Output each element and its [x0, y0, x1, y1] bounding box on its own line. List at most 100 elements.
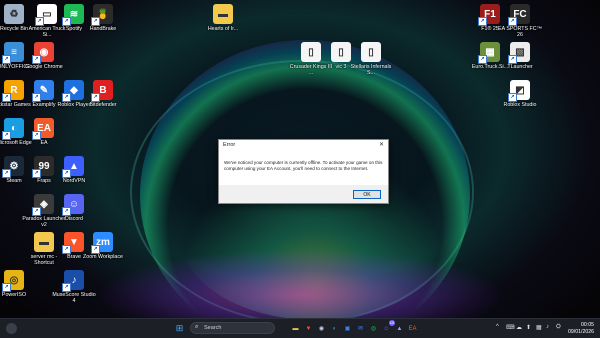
error-dialog: Error ✕ We've noticed your computer is c…	[218, 139, 389, 204]
shortcut-arrow-icon: ↗	[62, 283, 71, 292]
desktop-icon-label: MuseScore Studio 4	[52, 292, 96, 305]
discord-icon: ☺ ↗	[62, 194, 84, 216]
desktop-icon[interactable]: 🍍 ↗ HandBrake	[80, 4, 126, 32]
cloud-icon[interactable]: ☁	[516, 324, 522, 331]
desktop-icon[interactable]: ☺ ↗ Discord	[51, 194, 97, 222]
whatsapp-icon[interactable]: ◎	[368, 323, 379, 334]
desktop-icon-label: NordVPN	[62, 178, 86, 184]
settings-icon[interactable]: ⛭	[556, 324, 561, 331]
shortcut-arrow-icon: ↗	[32, 131, 41, 140]
desktop-icon-label: Stellaris Infernals S...	[350, 64, 392, 77]
mail-icon[interactable]: ✉	[355, 323, 366, 334]
shortcut-arrow-icon: ↗	[62, 245, 71, 254]
shortcut-arrow-icon: ↗	[91, 17, 100, 26]
shortcut-arrow-icon: ↗	[2, 283, 11, 292]
desktop-icon[interactable]: ♪ ↗ MuseScore Studio 4	[51, 270, 97, 305]
ok-button[interactable]: OK	[353, 190, 381, 199]
shortcut-arrow-icon: ↗	[32, 207, 41, 216]
show-hidden-icons-icon[interactable]: ^	[496, 324, 499, 330]
shortcut-arrow-icon: ↗	[2, 169, 11, 178]
shortcut-arrow-icon: ↗	[508, 93, 517, 102]
desktop-icon[interactable]: ▲ ↗ NordVPN	[51, 156, 97, 184]
shortcut-arrow-icon: ↗	[32, 55, 41, 64]
desktop-icon[interactable]: B ↗ Bitdefender	[80, 80, 126, 108]
desktop-icon-label: Zoom Workplace	[83, 254, 123, 260]
search-icon: ⌕	[195, 324, 199, 330]
shortcut-arrow-icon: ↗	[478, 17, 487, 26]
upload-icon[interactable]: ⬆	[526, 324, 531, 331]
dialog-title: Error	[223, 142, 236, 148]
dialog-body: We've noticed your computer is currently…	[219, 150, 388, 185]
folder-icon: ▬	[213, 4, 233, 24]
shortcut-arrow-icon: ↗	[91, 93, 100, 102]
desktop-icon[interactable]: ▬ Hearts of Ir...	[200, 4, 246, 32]
desktop-icon-label: PowerISO	[1, 292, 27, 298]
close-icon[interactable]: ✕	[379, 141, 384, 148]
chrome-icon: ◉ ↗	[32, 42, 54, 64]
shortcut-arrow-icon: ↗	[35, 17, 44, 26]
poweriso-icon: ◎ ↗	[2, 270, 24, 292]
shortcut-arrow-icon: ↗	[62, 93, 71, 102]
desktop-icon-label: HandBrake	[89, 26, 117, 32]
file-explorer-icon[interactable]: ▬	[290, 323, 301, 334]
shortcut-arrow-icon: ↗	[62, 17, 71, 26]
desktop-icon[interactable]: EA ↗ EA	[21, 118, 67, 146]
clock-date: 09/01/2026	[568, 328, 594, 335]
shortcut-arrow-icon: ↗	[62, 169, 71, 178]
ea-app-icon[interactable]: EA	[407, 323, 418, 334]
shortcut-arrow-icon: ↗	[508, 55, 517, 64]
dialog-message: We've noticed your computer is currently…	[224, 160, 383, 171]
desktop-icon-label: Bitdefender	[89, 102, 117, 108]
recycle-bin-icon: ♻	[4, 4, 24, 24]
shortcut-arrow-icon: ↗	[478, 55, 487, 64]
desktop-icon[interactable]: zm ↗ Zoom Workplace	[80, 232, 126, 260]
nordvpn-icon: ▲ ↗	[62, 156, 84, 178]
network-icon[interactable]: ▦	[536, 324, 542, 331]
shortcut-arrow-icon: ↗	[2, 93, 11, 102]
start-button[interactable]: ⊞	[174, 323, 185, 334]
shortcut-arrow-icon: ↗	[32, 169, 41, 178]
roblox-studio-icon: ◩ ↗	[508, 80, 530, 102]
desktop-icon[interactable]: ◎ ↗ PowerISO	[0, 270, 37, 298]
shortcut-arrow-icon: ↗	[2, 55, 11, 64]
zoom-icon: zm ↗	[91, 232, 113, 254]
desktop-icon-label: Roblox Studio	[503, 102, 537, 108]
clock[interactable]: 00:05 09/01/2026	[568, 322, 594, 335]
desktop-icon[interactable]: ◉ ↗ Google Chrome	[21, 42, 67, 70]
desktop-icon[interactable]: ▧ ↗ TLauncher	[497, 42, 543, 70]
brave-icon[interactable]: ▼	[303, 323, 314, 334]
volume-icon[interactable]: ♪	[546, 324, 549, 330]
nordvpn-icon[interactable]: ▲	[394, 323, 405, 334]
desktop-icon-label: Hearts of Ir...	[207, 26, 239, 32]
desktop-icon-label: EA	[40, 140, 48, 146]
search-box[interactable]: ⌕ Search	[190, 322, 275, 334]
bitdefender-icon: B ↗	[91, 80, 113, 102]
musescore-icon: ♪ ↗	[62, 270, 84, 292]
taskbar: ⊞ ⌕ Search ▬ ▼ ◉ ◐ ▣ ✉ ◎ ☺ 10 ▲ EA ^ ⌨ ☁ ⬆ ▦ ♪ ⛭ 00:05 0…	[0, 318, 600, 338]
edge-icon[interactable]: ◐	[329, 323, 340, 334]
desktop-icon[interactable]: ▯ Stellaris Infernals S...	[348, 42, 394, 77]
desktop-icon[interactable]: FC ↗ EA SPORTS FC™ 26	[497, 4, 543, 39]
tlauncher-icon: ▧ ↗	[508, 42, 530, 64]
shortcut-arrow-icon: ↗	[2, 131, 11, 140]
shortcut-arrow-icon: ↗	[32, 93, 41, 102]
ea-icon: EA ↗	[32, 118, 54, 140]
desktop-icon-label: EA SPORTS FC™ 26	[498, 26, 542, 39]
dialog-titlebar[interactable]: Error ✕	[219, 140, 388, 150]
desktop-icon-label: Discord	[65, 216, 83, 222]
shortcut-arrow-icon: ↗	[62, 207, 71, 216]
keyboard-icon[interactable]: ⌨	[506, 324, 515, 331]
steam-icon[interactable]: ◉	[316, 323, 327, 334]
desktop-icon-label: Google Chrome	[25, 64, 63, 70]
store-icon[interactable]: ▣	[342, 323, 353, 334]
desktop-icon[interactable]: ◩ ↗ Roblox Studio	[497, 80, 543, 108]
desktop-icon-label: TLauncher	[507, 64, 533, 70]
search-placeholder: Search	[204, 325, 222, 331]
handbrake-icon: 🍍 ↗	[91, 4, 113, 26]
file-icon: ▯	[361, 42, 381, 62]
fc26-icon: FC ↗	[508, 4, 530, 26]
discord-icon[interactable]: ☺ 10	[381, 320, 395, 334]
shortcut-arrow-icon: ↗	[508, 17, 517, 26]
weather-icon[interactable]	[6, 323, 17, 334]
shortcut-arrow-icon: ↗	[91, 245, 100, 254]
